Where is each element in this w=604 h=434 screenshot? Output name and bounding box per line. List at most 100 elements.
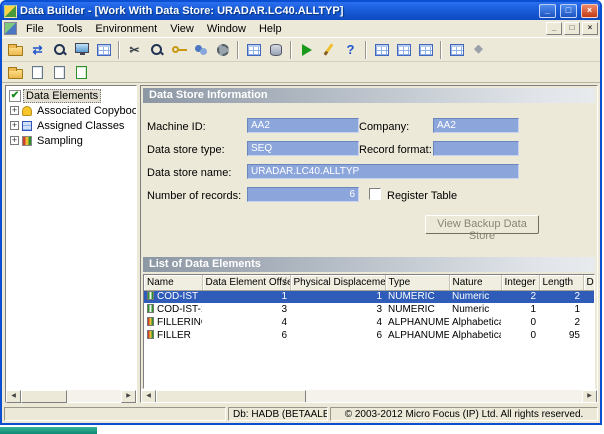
menu-file[interactable]: File xyxy=(20,22,50,36)
sampling-icon xyxy=(22,136,32,146)
table-row[interactable]: FILLER 6 6 ALPHANUMERIC Alphabetical 0 9… xyxy=(144,329,595,342)
cell-type: NUMERIC xyxy=(385,290,449,303)
import-export-button[interactable]: ⇄ xyxy=(27,40,48,60)
toolbar-secondary xyxy=(2,62,600,83)
column-header-integer[interactable]: Integer xyxy=(501,275,539,290)
scrollbar-thumb[interactable] xyxy=(156,390,306,403)
cell-dec xyxy=(583,329,595,342)
edit-button[interactable] xyxy=(318,40,339,60)
new-folder-button[interactable] xyxy=(5,62,26,82)
table-rows-button[interactable] xyxy=(415,40,436,60)
navigate-button[interactable]: ◆ xyxy=(468,40,489,60)
column-header-dec[interactable]: Dec xyxy=(583,275,595,290)
table-columns-button[interactable] xyxy=(393,40,414,60)
table-columns-icon xyxy=(397,44,411,56)
view-backup-data-store-button[interactable]: View Backup Data Store xyxy=(425,215,539,234)
company-label: Company: xyxy=(359,121,409,133)
transfer-icon: ⇄ xyxy=(32,44,42,56)
navigate-icon: ◆ xyxy=(474,44,482,55)
column-header-nature[interactable]: Nature xyxy=(449,275,501,290)
status-message-panel xyxy=(4,407,226,421)
data-store-type-field[interactable]: SEQ xyxy=(247,141,359,156)
table-view-button[interactable] xyxy=(371,40,392,60)
check-icon: ✔ xyxy=(9,90,21,102)
table-horizontal-scrollbar[interactable]: ◀ ▶ xyxy=(141,389,597,402)
menu-environment[interactable]: Environment xyxy=(89,22,163,36)
close-button[interactable]: × xyxy=(581,4,598,18)
machine-id-field[interactable]: AA2 xyxy=(247,118,359,133)
taskbar-strip xyxy=(0,427,97,434)
title-bar[interactable]: Data Builder - [Work With Data Store: UR… xyxy=(2,2,600,20)
user-list-button[interactable] xyxy=(190,40,211,60)
help-button[interactable]: ? xyxy=(340,40,361,60)
menu-window[interactable]: Window xyxy=(201,22,252,36)
cell-name: COD-IST xyxy=(144,290,202,303)
scroll-right-icon[interactable]: ▶ xyxy=(582,390,597,403)
security-key-button[interactable] xyxy=(168,40,189,60)
mdi-close-button[interactable]: × xyxy=(582,22,598,35)
record-format-field[interactable] xyxy=(433,141,519,156)
run-button[interactable] xyxy=(296,40,317,60)
data-store-name-field[interactable]: URADAR.LC40.ALLTYP xyxy=(247,164,519,179)
users-icon xyxy=(194,44,208,56)
minimize-button[interactable]: _ xyxy=(539,4,556,18)
tree-horizontal-scrollbar[interactable]: ◀ ▶ xyxy=(6,389,136,402)
restore-button[interactable]: □ xyxy=(560,4,577,18)
settings-button[interactable] xyxy=(212,40,233,60)
data-store-type-label: Data store type: xyxy=(147,144,225,156)
scroll-left-icon[interactable]: ◀ xyxy=(141,390,156,403)
scrollbar-track[interactable] xyxy=(306,390,582,402)
scroll-right-icon[interactable]: ▶ xyxy=(121,390,136,403)
tree-item-associated-copybook[interactable]: + Associated Copybook xyxy=(7,103,135,118)
column-header-length[interactable]: Length xyxy=(539,275,583,290)
column-header-offset[interactable]: /Data Element Offset xyxy=(202,275,290,290)
scrollbar-thumb[interactable] xyxy=(21,390,67,403)
cell-integer: 0 xyxy=(501,316,539,329)
content-area: ✔ Data Elements + Associated Copybook + … xyxy=(2,83,600,405)
tree-item-data-elements[interactable]: ✔ Data Elements xyxy=(7,88,135,103)
column-header-type[interactable]: Type xyxy=(385,275,449,290)
summary-button[interactable] xyxy=(446,40,467,60)
register-table-checkbox[interactable] xyxy=(369,188,381,200)
expand-icon[interactable]: + xyxy=(10,136,19,145)
table-row[interactable]: COD-IST-1 3 3 NUMERIC Numeric 1 1 xyxy=(144,303,595,316)
copy-button[interactable] xyxy=(27,62,48,82)
tree-item-sampling[interactable]: + Sampling xyxy=(7,133,135,148)
mdi-restore-button[interactable]: □ xyxy=(564,22,580,35)
database-button[interactable] xyxy=(265,40,286,60)
find-data-store-button[interactable] xyxy=(49,40,70,60)
column-header-name[interactable]: Name xyxy=(144,275,202,290)
menu-help[interactable]: Help xyxy=(253,22,288,36)
paste-button[interactable] xyxy=(49,62,70,82)
alphanumeric-element-icon xyxy=(147,317,154,326)
column-header-displacement[interactable]: Physical Displacement xyxy=(290,275,385,290)
machine-list-button[interactable] xyxy=(71,40,92,60)
zoom-button[interactable] xyxy=(146,40,167,60)
cell-type: ALPHANUMERIC xyxy=(385,316,449,329)
computer-icon xyxy=(75,43,89,53)
menu-bar: File Tools Environment View Window Help … xyxy=(2,20,600,38)
expand-icon[interactable]: + xyxy=(10,106,19,115)
table-row[interactable]: COD-IST 1 1 NUMERIC Numeric 2 2 xyxy=(144,290,595,303)
cut-button[interactable]: ✂ xyxy=(124,40,145,60)
menu-tools[interactable]: Tools xyxy=(51,22,89,36)
cell-length: 1 xyxy=(539,303,583,316)
table-row[interactable]: FILLERINO 4 4 ALPHANUMERIC Alphabetical … xyxy=(144,316,595,329)
tree-item-assigned-classes[interactable]: + Assigned Classes xyxy=(7,118,135,133)
menu-view[interactable]: View xyxy=(164,22,200,36)
open-data-store-button[interactable] xyxy=(5,40,26,60)
mdi-minimize-button[interactable]: _ xyxy=(546,22,562,35)
company-field[interactable]: AA2 xyxy=(433,118,519,133)
data-grid-button[interactable] xyxy=(243,40,264,60)
mdi-document-icon[interactable] xyxy=(4,22,17,35)
pencil-icon xyxy=(324,43,334,55)
window-list-button[interactable] xyxy=(93,40,114,60)
data-store-info-form: Machine ID: AA2 Company: AA2 Data store … xyxy=(141,105,597,255)
numeric-element-icon xyxy=(147,291,154,300)
report-button[interactable] xyxy=(71,62,92,82)
expand-icon[interactable]: + xyxy=(10,121,19,130)
numeric-element-icon xyxy=(147,304,154,313)
scrollbar-track[interactable] xyxy=(67,390,121,402)
number-of-records-field[interactable]: 6 xyxy=(247,187,359,202)
scroll-left-icon[interactable]: ◀ xyxy=(6,390,21,403)
